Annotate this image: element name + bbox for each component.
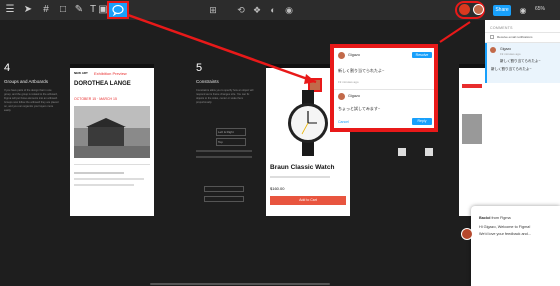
reply-avatar	[338, 93, 345, 100]
thread-username: Gigazo	[500, 47, 512, 51]
reply-username: Gigazo	[348, 94, 361, 98]
horizontal-scrollbar[interactable]	[150, 283, 330, 285]
comment-thread-item[interactable]: Gigazo 19 minutes ago 新しく割り当てられたよ~	[485, 43, 560, 83]
chat-from: Backd from Figma	[479, 216, 511, 220]
thread-avatar	[490, 47, 496, 53]
reply-button[interactable]: Reply	[412, 118, 432, 125]
notify-checkbox[interactable]	[490, 35, 494, 39]
chat-avatar	[461, 228, 473, 240]
panel-header: COMMENTS	[490, 26, 513, 30]
resolve-button[interactable]: Resolve	[412, 52, 432, 58]
thread-text: 新しく割り当てられたよ~	[500, 59, 541, 63]
comment-dialog: Gigazo Resolve 新しく割り当てられたよ~ 19 minutes a…	[330, 44, 438, 132]
comment-avatar	[338, 52, 345, 59]
chat-line-2: We'd love your feedback and...	[479, 232, 531, 236]
comment-username: Gigazo	[348, 53, 361, 57]
reply-input[interactable]: ちょっと試してみます~	[338, 106, 380, 112]
comment-message: 新しく割り当てられたよ~	[338, 68, 385, 73]
thread-time: 19 minutes ago	[500, 52, 521, 56]
comment-time: 19 minutes ago	[338, 80, 359, 84]
chat-widget[interactable]: Backd from Figma Hi Gigazo, Welcome to F…	[461, 206, 560, 286]
chat-line-1: Hi Gigazo, Welcome to Figma!	[479, 225, 531, 229]
thread-text-2: 新しく割り当てられたよ~	[491, 67, 532, 71]
cancel-button[interactable]: Cancel	[338, 120, 349, 124]
notify-label: Receive email notifications	[497, 35, 533, 39]
